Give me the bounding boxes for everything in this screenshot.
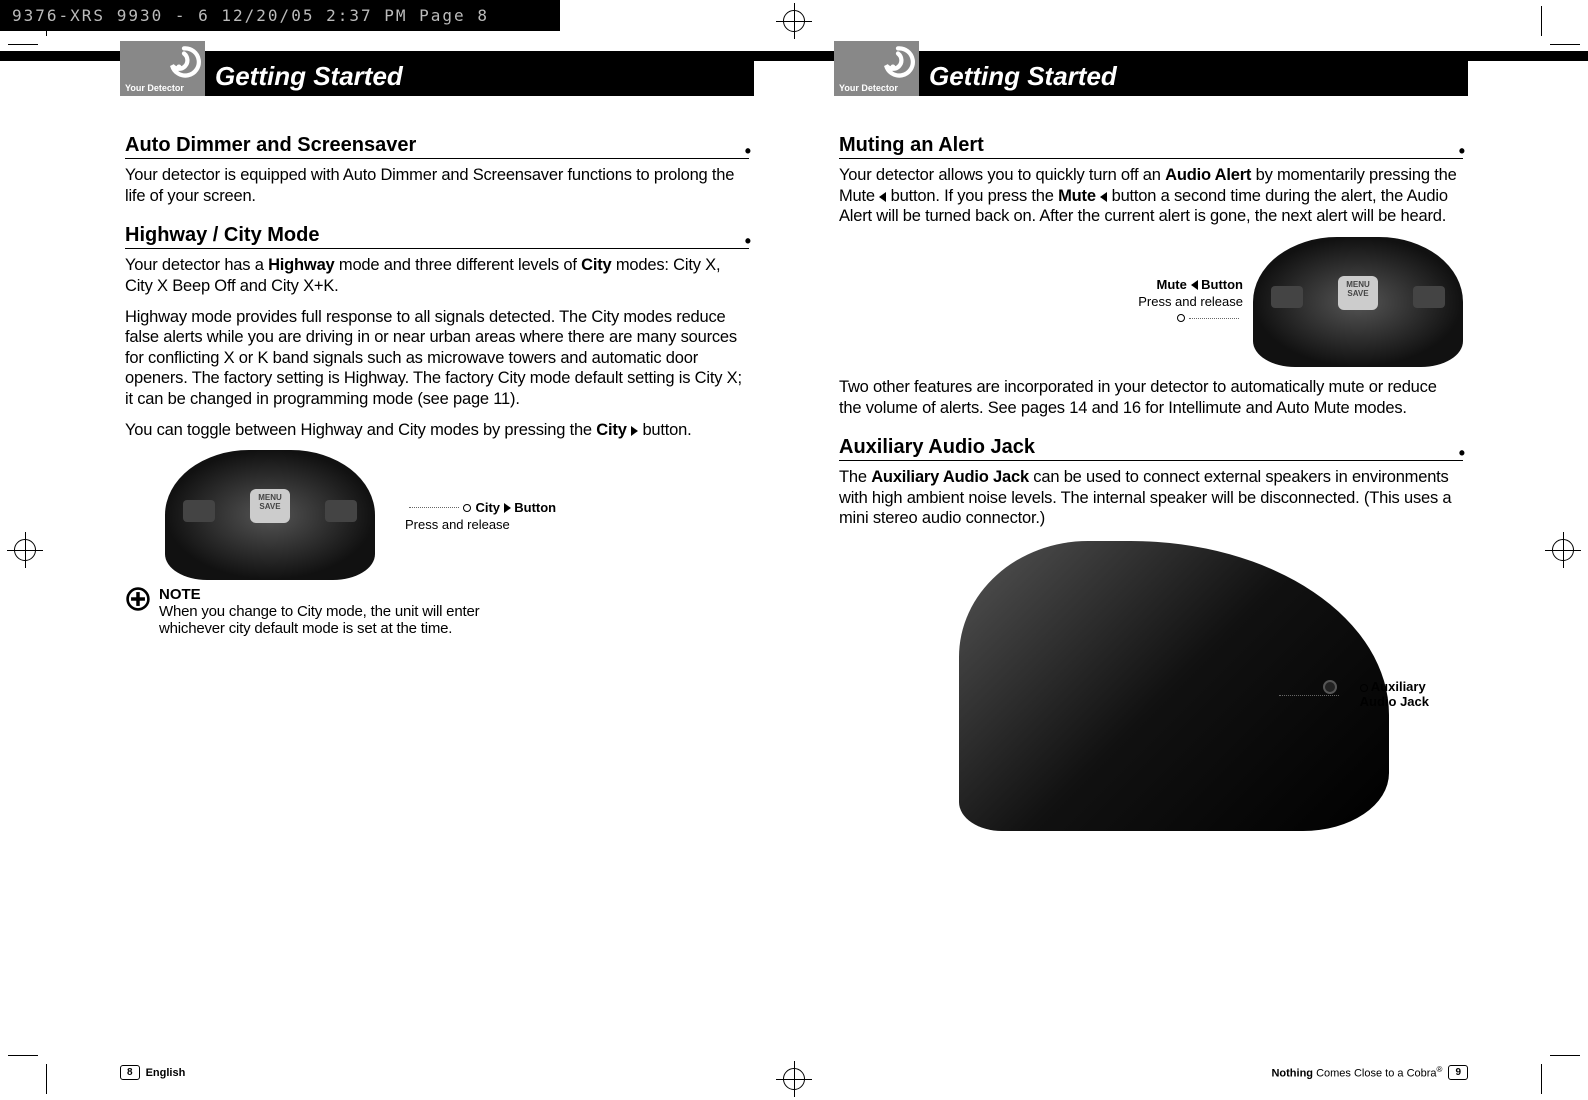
chapter-tab-label: Your Detector: [125, 83, 184, 93]
cropmark: [8, 1055, 38, 1056]
para-highway-1: Your detector has a Highway mode and thr…: [125, 255, 749, 296]
registration-mark: [783, 10, 805, 32]
bullet-icon: [1360, 684, 1368, 692]
heading-auto-dimmer: Auto Dimmer and Screensaver: [125, 134, 749, 159]
callout-city-button: City Button Press and release: [405, 499, 556, 532]
cropmark: [1550, 1055, 1580, 1056]
registration-mark: [14, 539, 36, 561]
cropmark: [8, 44, 38, 45]
para-highway-2: Highway mode provides full response to a…: [125, 307, 749, 410]
cropmark: [1541, 6, 1542, 36]
registration-mark: [1552, 539, 1574, 561]
chapter-title: Getting Started: [215, 61, 403, 92]
callout-aux-jack: Auxiliary Audio Jack: [1360, 680, 1429, 710]
page-right: Your Detector Getting Started Muting an …: [834, 61, 1468, 831]
footer-left: 8 English: [120, 1065, 185, 1080]
cropmark: [46, 1064, 47, 1094]
print-meta-header: 9376-XRS 9930 - 6 12/20/05 2:37 PM Page …: [0, 0, 560, 31]
heading-aux-jack: Auxiliary Audio Jack: [839, 436, 1463, 461]
para-aux: The Auxiliary Audio Jack can be used to …: [839, 467, 1463, 529]
right-arrow-icon: [631, 426, 638, 436]
page-number: 9: [1448, 1065, 1468, 1080]
leader-line: [1189, 318, 1239, 319]
figure-aux-jack: Auxiliary Audio Jack: [899, 541, 1329, 831]
heading-highway-city: Highway / City Mode: [125, 224, 749, 249]
para-muting-1: Your detector allows you to quickly turn…: [839, 165, 1463, 227]
para-muting-2: Two other features are incorporated in y…: [839, 377, 1463, 418]
page-left: Your Detector Getting Started Auto Dimme…: [120, 61, 754, 831]
leader-line: [409, 507, 459, 508]
detector-perspective-image: [959, 541, 1389, 831]
detector-front-image: MENUSAVE: [165, 450, 375, 580]
note-block: NOTE When you change to City mode, the u…: [125, 586, 749, 637]
aux-jack-graphic: [1323, 680, 1337, 694]
right-arrow-icon: [504, 503, 511, 513]
page-number: 8: [120, 1065, 140, 1080]
figure-mute-button: Mute Button Press and release MENUSAVE: [839, 237, 1463, 367]
note-text: When you change to City mode, the unit w…: [159, 603, 509, 637]
chapter-bar: Your Detector Getting Started: [834, 56, 1468, 96]
left-arrow-icon: [1191, 280, 1198, 290]
note-label: NOTE: [159, 586, 509, 603]
detector-swirl-icon: [881, 45, 915, 79]
chapter-tab: Your Detector: [834, 41, 919, 96]
note-icon: [125, 586, 151, 612]
callout-mute-button: Mute Button Press and release: [1138, 276, 1243, 327]
chapter-title: Getting Started: [929, 61, 1117, 92]
figure-city-button: MENUSAVE City Button Press and release: [165, 450, 749, 580]
cropmark: [46, 6, 47, 36]
cropmark: [1550, 44, 1580, 45]
para-auto-dimmer: Your detector is equipped with Auto Dimm…: [125, 165, 749, 206]
cropmark: [1541, 1064, 1542, 1094]
chapter-bar: Your Detector Getting Started: [120, 56, 754, 96]
chapter-tab-label: Your Detector: [839, 83, 898, 93]
heading-muting: Muting an Alert: [839, 134, 1463, 159]
bullet-icon: [463, 504, 471, 512]
leader-line: [1279, 695, 1339, 696]
bullet-icon: [1177, 314, 1185, 322]
para-highway-3: You can toggle between Highway and City …: [125, 420, 749, 441]
detector-swirl-icon: [167, 45, 201, 79]
footer-right: Nothing Comes Close to a Cobra® 9: [1271, 1065, 1468, 1080]
footer-tagline: Nothing Comes Close to a Cobra®: [1271, 1065, 1442, 1080]
detector-front-image: MENUSAVE: [1253, 237, 1463, 367]
menu-save-button-graphic: MENUSAVE: [1338, 276, 1378, 310]
footer-language: English: [146, 1067, 186, 1079]
chapter-tab: Your Detector: [120, 41, 205, 96]
menu-save-button-graphic: MENUSAVE: [250, 489, 290, 523]
registration-mark: [783, 1068, 805, 1090]
